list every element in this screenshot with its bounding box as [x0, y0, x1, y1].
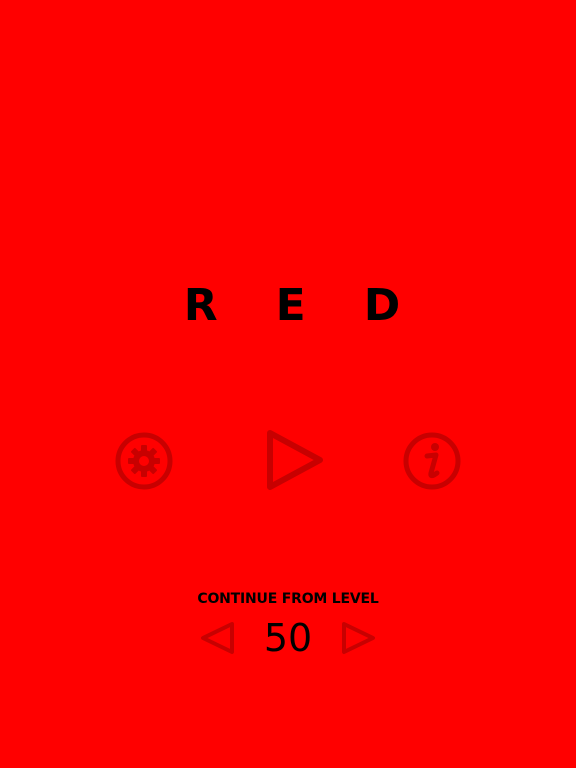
play-button[interactable]	[264, 428, 326, 492]
previous-level-button[interactable]	[198, 620, 236, 656]
info-button[interactable]	[402, 431, 462, 491]
continue-label: CONTINUE FROM LEVEL	[197, 591, 379, 607]
level-number: 50	[263, 616, 313, 660]
triangle-left-icon	[201, 622, 234, 654]
title-letter: E	[275, 280, 306, 331]
triangle-right-icon	[342, 622, 375, 654]
title-letter: D	[363, 280, 401, 331]
next-level-button[interactable]	[340, 620, 378, 656]
game-menu-screen: R E D CONTINUE FROM LEVEL 50	[0, 0, 576, 768]
play-icon	[267, 430, 323, 490]
settings-button[interactable]	[114, 431, 174, 491]
info-icon	[403, 432, 461, 490]
level-selector: 50	[0, 612, 576, 664]
game-title: R E D	[0, 278, 576, 334]
gear-icon	[115, 432, 173, 490]
title-letter: R	[183, 280, 218, 331]
